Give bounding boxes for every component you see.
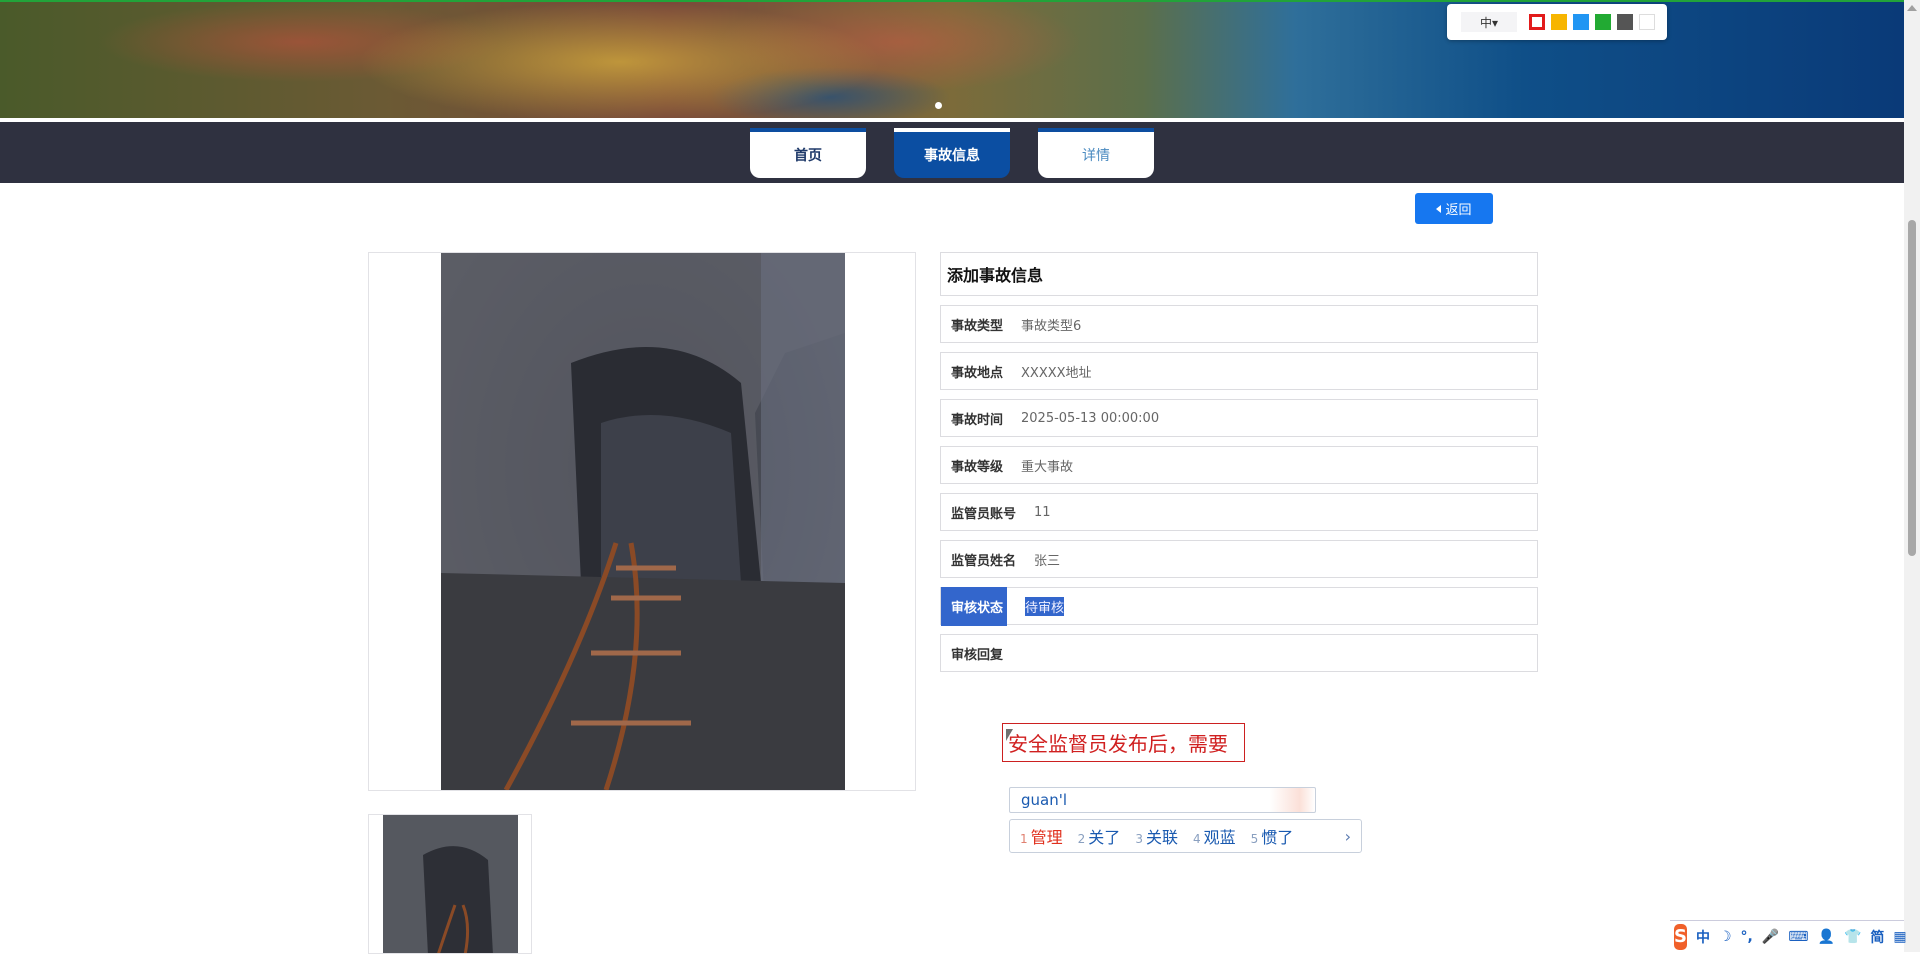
mine-tunnel-thumbnail	[383, 815, 518, 953]
accident-info-form: 添加事故信息 事故类型 事故类型6 事故地点 XXXXX地址 事故时间 2025-05…	[940, 252, 1538, 672]
back-label: 返回	[1445, 203, 1472, 218]
color-swatch-green[interactable]	[1595, 14, 1611, 30]
field-value[interactable]: 待审核	[1025, 596, 1065, 616]
field-value[interactable]: XXXXX地址	[1021, 362, 1092, 381]
color-palette-popup: 中▾	[1447, 4, 1667, 40]
back-button[interactable]: 返回	[1415, 193, 1493, 224]
field-accident-level: 事故等级 重大事故	[940, 446, 1538, 484]
skin-shirt-icon[interactable]: 👕	[1844, 929, 1861, 945]
color-swatch-blue[interactable]	[1573, 14, 1589, 30]
field-value[interactable]: 张三	[1034, 550, 1060, 569]
ime-candidate[interactable]: 3 关联	[1135, 824, 1178, 848]
field-accident-type: 事故类型 事故类型6	[940, 305, 1538, 343]
sogou-logo-icon[interactable]: S	[1674, 923, 1687, 950]
scrollbar-thumb[interactable]	[1908, 220, 1916, 556]
form-title: 添加事故信息	[940, 252, 1538, 296]
field-accident-location: 事故地点 XXXXX地址	[940, 352, 1538, 390]
field-value[interactable]: 重大事故	[1021, 456, 1073, 475]
ime-candidate[interactable]: 2 关了	[1078, 824, 1121, 848]
field-label: 事故类型	[951, 318, 1004, 334]
punctuation-icon[interactable]: °,	[1741, 929, 1753, 945]
color-swatch-yellow[interactable]	[1551, 14, 1567, 30]
color-swatch-gray[interactable]	[1617, 14, 1633, 30]
mine-tunnel-photo	[441, 253, 845, 790]
nav-bar: 首页 事故信息 详情	[0, 122, 1904, 183]
color-swatch-white[interactable]	[1639, 14, 1655, 30]
annotation-text-box[interactable]: 安全监督员发布后，需要	[1002, 723, 1245, 762]
field-review-reply: 审核回复	[940, 634, 1538, 672]
size-dropdown[interactable]: 中▾	[1461, 12, 1517, 32]
user-icon[interactable]: 👤	[1818, 929, 1835, 945]
sogou-ime-toolbar: S 中 ☽ °, 🎤 ⌨ 👤 👕 简 ▦	[1670, 920, 1907, 952]
field-value[interactable]: 11	[1034, 505, 1051, 520]
tab-home[interactable]: 首页	[750, 128, 866, 178]
mouse-cursor-icon	[1006, 729, 1013, 741]
field-review-status: 审核状态 待审核	[940, 586, 1538, 626]
field-supervisor-account: 监管员账号 11	[940, 493, 1538, 531]
simplified-chinese-icon[interactable]: 简	[1870, 927, 1884, 947]
field-value[interactable]: 2025-05-13 00:00:00	[1021, 411, 1159, 426]
ime-candidate[interactable]: 4 观蓝	[1193, 824, 1236, 848]
field-label: 事故等级	[951, 459, 1004, 475]
field-label: 审核回复	[951, 647, 1004, 663]
field-label: 事故地点	[951, 365, 1004, 381]
carousel-dot[interactable]	[935, 102, 942, 109]
ime-candidate-bar: 1 管理 2 关了 3 关联 4 观蓝 5 惯了 ›	[1009, 819, 1362, 853]
page-scrollbar[interactable]	[1904, 0, 1920, 952]
toolbox-grid-icon[interactable]: ▦	[1893, 929, 1906, 945]
ime-candidate[interactable]: 1 管理	[1020, 824, 1063, 848]
field-label: 监管员姓名	[951, 553, 1017, 569]
caret-left-icon	[1436, 204, 1442, 213]
thumbnail-image[interactable]	[368, 814, 532, 954]
ime-next-page-icon[interactable]: ›	[1345, 827, 1351, 846]
tab-detail[interactable]: 详情	[1038, 128, 1154, 178]
field-label: 监管员账号	[951, 506, 1017, 522]
tab-accident-info[interactable]: 事故信息	[894, 128, 1010, 178]
main-image	[368, 252, 916, 791]
half-width-moon-icon[interactable]: ☽	[1719, 929, 1732, 945]
field-supervisor-name: 监管员姓名 张三	[940, 540, 1538, 578]
field-label: 事故时间	[951, 412, 1004, 428]
keyboard-icon[interactable]: ⌨	[1788, 929, 1808, 945]
scroll-up-icon[interactable]	[1907, 5, 1917, 11]
field-label: 审核状态	[941, 586, 1008, 626]
microphone-icon[interactable]: 🎤	[1762, 929, 1779, 945]
ime-composition-input[interactable]: guan'l	[1009, 787, 1316, 813]
ime-candidate[interactable]: 5 惯了	[1251, 824, 1294, 848]
color-swatch-red[interactable]	[1529, 14, 1545, 30]
language-mode-icon[interactable]: 中	[1696, 927, 1710, 947]
field-accident-time: 事故时间 2025-05-13 00:00:00	[940, 399, 1538, 437]
field-value[interactable]: 事故类型6	[1021, 315, 1081, 334]
